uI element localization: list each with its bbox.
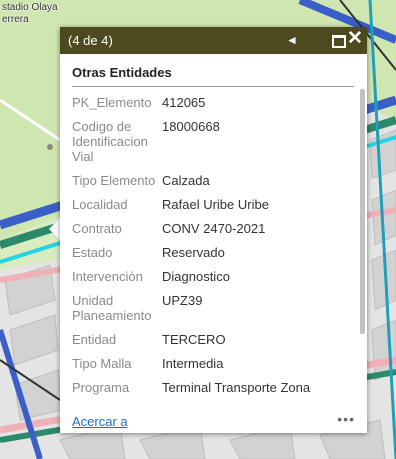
map-label-errera: errera [2,14,29,25]
title-divider [72,86,354,87]
attribute-name: PK_Elemento [72,95,152,110]
attribute-value: Intermedia [162,356,224,371]
feature-count: (4 de 4) [68,33,113,48]
attribute-value: CONV 2470-2021 [162,221,266,236]
attribute-name: Programa [72,380,130,395]
attribute-value: Diagnostico [162,269,230,284]
attribute-name: Codigo de Identificacion Vial [72,119,148,164]
attribute-name: Tipo Malla [72,356,132,371]
attribute-row: Localidad Rafael Uribe Uribe [72,197,360,212]
attribute-name: Localidad [72,197,128,212]
attribute-value: Rafael Uribe Uribe [162,197,269,212]
attribute-row: Contrato CONV 2470-2021 [72,221,360,236]
attribute-value: 18000668 [162,119,220,134]
attribute-row: Tipo Elemento Calzada [72,173,360,188]
attribute-value: Terminal Transporte Zona [162,380,311,395]
scrollbar-thumb[interactable] [360,89,365,334]
attribute-value: Reservado [162,245,225,260]
attribute-row: Intervención Diagnostico [72,269,360,284]
popup-pointer [49,218,60,240]
attribute-table: PK_Elemento 412065 Codigo de Identificacio… [72,95,360,404]
maximize-icon[interactable] [332,35,346,48]
attribute-name: Estado [72,245,113,260]
close-icon[interactable]: ✕ [347,29,363,49]
zoom-to-link[interactable]: Acercar a [72,414,128,429]
attribute-name: Unidad Planeamiento [72,293,152,323]
attribute-name: Entidad [72,332,117,347]
attribute-name: Contrato [72,221,122,236]
attribute-value: Calzada [162,173,210,188]
attribute-row: Codigo de Identificacion Vial 18000668 [72,119,360,164]
popup-title: Otras Entidades [72,65,172,80]
popup-header: (4 de 4) ◄ ✕ [60,27,367,54]
previous-feature-icon[interactable]: ◄ [286,33,298,47]
attribute-row: Tipo Malla Intermedia [72,356,360,371]
popup-content[interactable]: Otras Entidades PK_Elemento 412065 Codigo … [60,54,367,433]
more-options-icon[interactable]: ••• [337,411,355,427]
attribute-row: Unidad Planeamiento UPZ39 [72,293,360,323]
attribute-value: TERCERO [162,332,226,347]
scrollbar-track[interactable] [360,89,365,409]
attribute-row: Entidad TERCERO [72,332,360,347]
attribute-value: 412065 [162,95,206,110]
feature-popup: (4 de 4) ◄ ✕ Otras Entidades PK_Elemento… [60,27,367,433]
attribute-value: UPZ39 [162,293,203,308]
attribute-name: Tipo Elemento [72,173,156,188]
popup-footer: Acercar a ••• [60,411,367,433]
attribute-row: Estado Reservado [72,245,360,260]
attribute-row: PK_Elemento 412065 [72,95,360,110]
map-label-stadio: stadio Olaya [2,2,58,13]
attribute-row: Programa Terminal Transporte Zona [72,380,360,395]
attribute-name: Intervención [72,269,143,284]
